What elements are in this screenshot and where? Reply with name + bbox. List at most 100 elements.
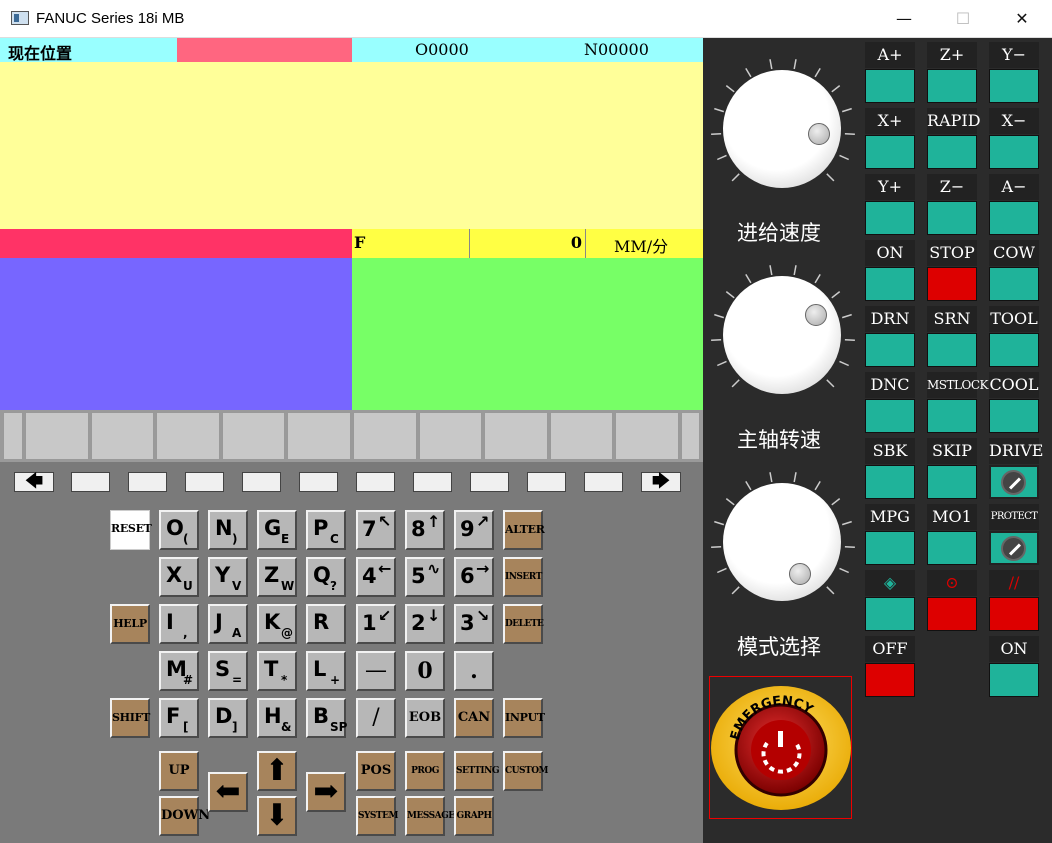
digit-key-6[interactable]: 1 ↙ <box>356 604 396 644</box>
panel-button-0[interactable] <box>865 69 915 103</box>
graph-key[interactable]: GRAPH <box>456 798 492 834</box>
system-key[interactable]: SYSTEM <box>358 798 398 834</box>
cursor-up-icon[interactable]: ⬆ <box>259 753 295 789</box>
softkey-1[interactable] <box>25 412 89 460</box>
softkey-6[interactable] <box>353 412 417 460</box>
panel-button-11[interactable] <box>989 267 1039 301</box>
panel-button-5[interactable] <box>989 135 1039 169</box>
panel-button-13[interactable] <box>927 333 977 367</box>
panel-button-24[interactable] <box>865 597 915 631</box>
cursor-right-icon[interactable]: ➡ <box>308 774 344 810</box>
softkey-button-2[interactable] <box>128 472 167 492</box>
digit-key-5[interactable]: 6 → <box>454 557 494 597</box>
softkey-2[interactable] <box>91 412 154 460</box>
panel-button-12[interactable] <box>865 333 915 367</box>
panel-button-26[interactable] <box>989 597 1039 631</box>
softkey-button-8[interactable] <box>470 472 509 492</box>
address-key-4[interactable]: XU <box>159 557 199 597</box>
panel-button-29[interactable] <box>989 663 1039 697</box>
panel-button-6[interactable] <box>865 201 915 235</box>
custom-key[interactable]: CUSTOM <box>505 753 549 789</box>
panel-button-4[interactable] <box>927 135 977 169</box>
softkey-button-1[interactable] <box>71 472 110 492</box>
slash-key[interactable]: / <box>358 700 394 736</box>
softkey-right-edge[interactable] <box>681 412 700 460</box>
eob-key[interactable]: EOB <box>407 700 443 736</box>
softkey-button-9[interactable] <box>527 472 566 492</box>
softkey-9[interactable] <box>550 412 613 460</box>
address-key-7[interactable]: Q? <box>306 557 346 597</box>
address-key-9[interactable]: JA <box>208 604 248 644</box>
emergency-stop-button[interactable]: EMERGENCY <box>709 676 852 819</box>
softkey-button-3[interactable] <box>185 472 224 492</box>
softkey-5[interactable] <box>287 412 351 460</box>
softkey-button-6[interactable] <box>356 472 395 492</box>
digit-key-1[interactable]: 8 ↑ <box>405 510 445 550</box>
address-key-0[interactable]: O( <box>159 510 199 550</box>
panel-button-10[interactable] <box>927 267 977 301</box>
softkey-3[interactable] <box>156 412 220 460</box>
digit-key-2[interactable]: 9 ↗ <box>454 510 494 550</box>
panel-button-27[interactable] <box>865 663 915 697</box>
reset-button[interactable]: RESET <box>111 511 152 547</box>
digit-key-0[interactable]: 7 ↖ <box>356 510 396 550</box>
delete-key[interactable]: DELETE <box>505 606 544 642</box>
panel-button-1[interactable] <box>927 69 977 103</box>
softkey-prev-button[interactable]: 🡄 <box>14 472 54 492</box>
panel-button-8[interactable] <box>989 201 1039 235</box>
panel-button-7[interactable] <box>927 201 977 235</box>
address-key-5[interactable]: YV <box>208 557 248 597</box>
digit-key-7[interactable]: 2 ↓ <box>405 604 445 644</box>
mode-select-knob[interactable] <box>723 483 841 601</box>
close-button[interactable]: ✕ <box>992 0 1052 38</box>
zero-key[interactable]: 0 <box>407 653 443 689</box>
address-key-8[interactable]: I, <box>159 604 199 644</box>
softkey-button-4[interactable] <box>242 472 281 492</box>
prog-key[interactable]: PROG <box>407 753 443 789</box>
minus-key[interactable]: — <box>358 653 394 689</box>
insert-key[interactable]: INSERT <box>505 559 542 595</box>
can-key[interactable]: CAN <box>456 700 492 736</box>
digit-key-4[interactable]: 5 ∿ <box>405 557 445 597</box>
feed-override-knob[interactable] <box>723 70 841 188</box>
address-key-13[interactable]: S = <box>208 651 248 691</box>
panel-button-23[interactable] <box>989 531 1039 565</box>
panel-button-17[interactable] <box>989 399 1039 433</box>
panel-button-15[interactable] <box>865 399 915 433</box>
softkey-button-7[interactable] <box>413 472 452 492</box>
panel-button-3[interactable] <box>865 135 915 169</box>
address-key-16[interactable]: F[ <box>159 698 199 738</box>
message-key[interactable]: MESSAGE <box>407 798 455 834</box>
panel-button-2[interactable] <box>989 69 1039 103</box>
address-key-2[interactable]: GE <box>257 510 297 550</box>
softkey-next-button[interactable]: 🡆 <box>641 472 681 492</box>
input-key[interactable]: INPUT <box>505 700 545 736</box>
address-key-19[interactable]: B SP <box>306 698 347 738</box>
softkey-left-edge[interactable] <box>3 412 23 460</box>
panel-button-21[interactable] <box>865 531 915 565</box>
address-key-3[interactable]: PC <box>306 510 346 550</box>
pos-key[interactable]: POS <box>358 753 394 789</box>
panel-button-16[interactable] <box>927 399 977 433</box>
setting-key[interactable]: SETTING <box>456 753 500 789</box>
digit-key-3[interactable]: 4 ← <box>356 557 396 597</box>
softkey-10[interactable] <box>615 412 679 460</box>
shift-button[interactable]: SHIFT <box>112 700 150 736</box>
dot-key[interactable]: . <box>456 653 492 689</box>
cursor-left-icon[interactable]: ⬅ <box>210 774 246 810</box>
address-key-18[interactable]: H & <box>257 698 297 738</box>
address-key-6[interactable]: ZW <box>257 557 297 597</box>
maximize-button[interactable]: ☐ <box>933 0 993 38</box>
softkey-4[interactable] <box>222 412 285 460</box>
panel-button-9[interactable] <box>865 267 915 301</box>
minimize-button[interactable]: — <box>874 0 934 38</box>
alter-key[interactable]: ALTER <box>505 512 545 548</box>
digit-key-8[interactable]: 3 ↘ <box>454 604 494 644</box>
panel-button-18[interactable] <box>865 465 915 499</box>
softkey-7[interactable] <box>419 412 482 460</box>
address-key-12[interactable]: M # <box>159 651 199 691</box>
panel-button-20[interactable] <box>989 465 1039 499</box>
panel-button-14[interactable] <box>989 333 1039 367</box>
address-key-15[interactable]: L + <box>306 651 346 691</box>
address-key-14[interactable]: T * <box>257 651 297 691</box>
